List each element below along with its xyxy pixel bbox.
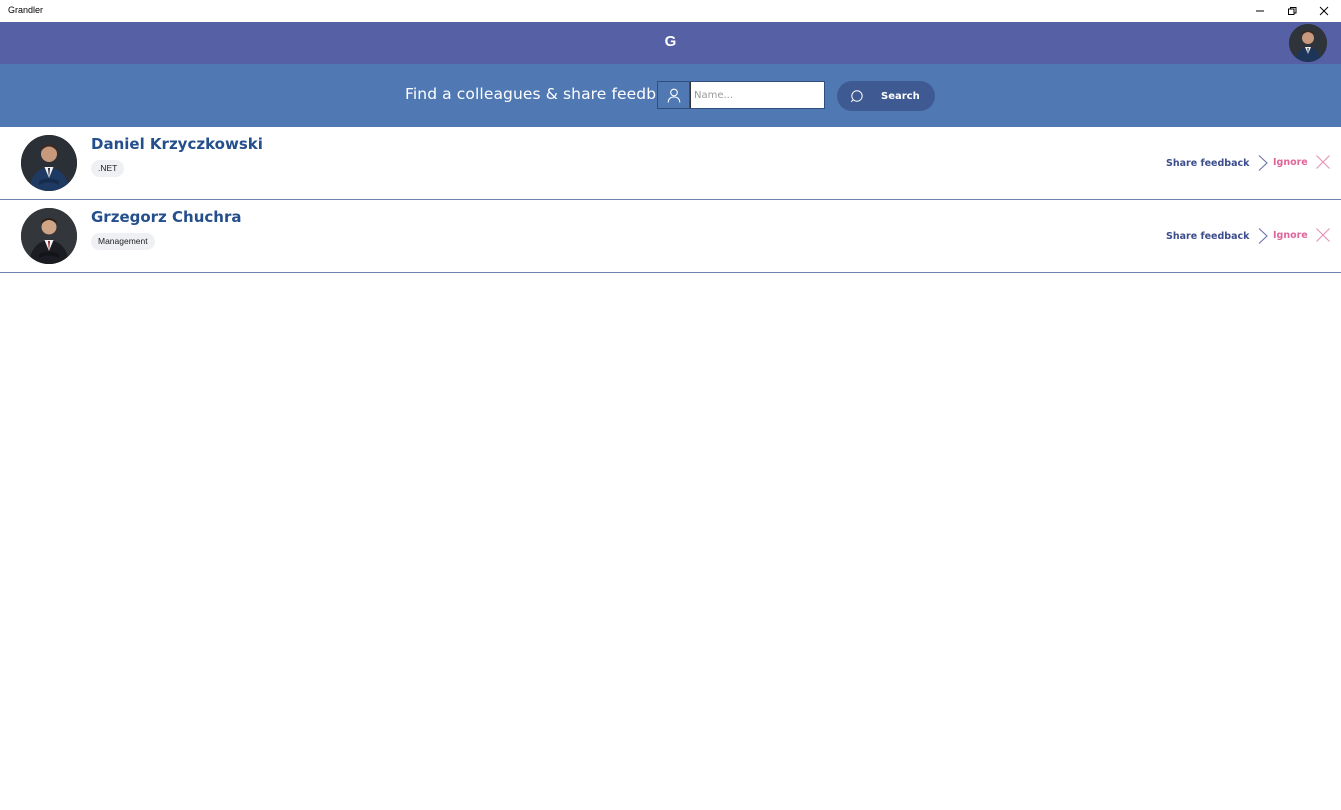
colleague-avatar (21, 208, 77, 264)
skill-tag: .NET (91, 160, 125, 177)
share-feedback-button[interactable]: Share feedback (1166, 227, 1269, 245)
search-field[interactable] (657, 81, 825, 109)
colleague-list: Daniel Krzyczkowski .NET Share feedback … (0, 127, 1341, 273)
list-item: Grzegorz Chuchra Management Share feedba… (0, 200, 1341, 273)
search-button-label: Search (881, 90, 920, 102)
minimize-icon (1256, 10, 1264, 12)
colleague-name[interactable]: Grzegorz Chuchra (91, 208, 241, 226)
search-heading: Find a colleagues & share feedback (405, 85, 684, 103)
restore-button[interactable] (1276, 0, 1308, 22)
person-icon (658, 82, 690, 108)
window-title: Grandler (8, 5, 44, 15)
chevron-right-icon (1259, 228, 1269, 244)
search-band: Find a colleagues & share feedback Searc… (0, 64, 1341, 127)
share-feedback-label: Share feedback (1166, 230, 1250, 242)
colleague-name[interactable]: Daniel Krzyczkowski (91, 135, 263, 153)
window-titlebar: Grandler (0, 0, 1341, 22)
share-feedback-label: Share feedback (1166, 157, 1250, 169)
close-button[interactable] (1308, 0, 1340, 22)
app-logo: G (664, 33, 677, 50)
skill-tag: Management (91, 233, 155, 250)
colleague-avatar (21, 135, 77, 191)
ignore-button[interactable]: Ignore (1273, 154, 1331, 170)
ignore-button[interactable]: Ignore (1273, 227, 1331, 243)
minimize-button[interactable] (1244, 0, 1276, 22)
chevron-right-icon (1259, 155, 1269, 171)
share-feedback-button[interactable]: Share feedback (1166, 154, 1269, 172)
search-button[interactable]: Search (837, 81, 935, 111)
ignore-label: Ignore (1273, 156, 1308, 168)
avatar-image (1289, 24, 1327, 62)
close-icon (1315, 155, 1330, 169)
search-icon (850, 89, 864, 103)
close-icon (1315, 228, 1330, 242)
name-search-input[interactable] (690, 82, 824, 108)
restore-icon (1288, 7, 1297, 15)
ignore-label: Ignore (1273, 229, 1308, 241)
user-avatar[interactable] (1289, 24, 1327, 62)
app-header: G (0, 22, 1341, 64)
list-item: Daniel Krzyczkowski .NET Share feedback … (0, 127, 1341, 200)
close-icon (1319, 6, 1329, 16)
